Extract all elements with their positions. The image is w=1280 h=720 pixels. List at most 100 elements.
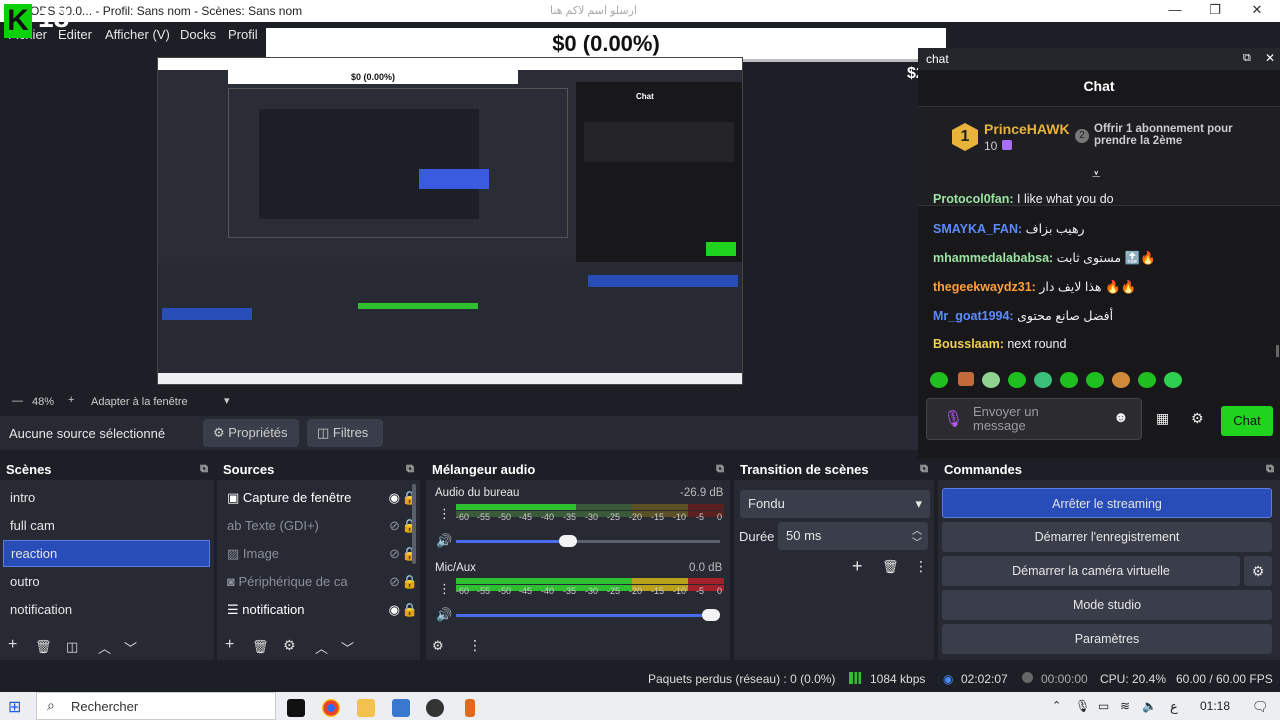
- menu-profil[interactable]: Profil: [228, 27, 258, 42]
- preview-canvas[interactable]: $0 (0.00%) $0 Chat: [157, 57, 743, 385]
- remove-transition-icon[interactable]: 🗑: [882, 559, 899, 575]
- move-down-icon[interactable]: ﹀: [341, 638, 354, 657]
- studio-mode-button[interactable]: Mode studio: [942, 590, 1272, 620]
- source-settings-icon[interactable]: ⚙: [283, 637, 296, 654]
- eye-hidden-icon[interactable]: ⊘: [389, 514, 400, 538]
- chat-input[interactable]: 🎙 Envoyer un message ☻: [926, 398, 1142, 440]
- eye-icon[interactable]: ◉: [389, 486, 400, 510]
- scene-filter-icon[interactable]: ◫: [66, 639, 78, 655]
- taskbar-search[interactable]: ⌕ Rechercher: [36, 692, 276, 720]
- maximize-icon[interactable]: ❐: [1200, 2, 1230, 18]
- properties-button[interactable]: ⚙ Propriétés: [203, 419, 299, 447]
- mic-app-icon[interactable]: [465, 699, 475, 717]
- menu-afficher[interactable]: Afficher (V): [105, 27, 170, 42]
- tiktok-icon[interactable]: [287, 699, 305, 717]
- chat-send-button[interactable]: Chat: [1221, 406, 1273, 436]
- scene-intro[interactable]: intro: [0, 486, 214, 510]
- add-source-icon[interactable]: +: [225, 636, 234, 654]
- chat-scrollbar[interactable]: [1276, 345, 1279, 357]
- windows-start-icon[interactable]: ⊞: [8, 697, 21, 717]
- emote-icon[interactable]: [930, 372, 948, 388]
- mixer-settings-icon[interactable]: ⚙: [432, 638, 444, 654]
- eye-hidden-icon[interactable]: ⊘: [389, 570, 400, 594]
- more-icon[interactable]: ⋮: [468, 637, 482, 654]
- zoom-in-icon[interactable]: +: [68, 394, 74, 406]
- float-icon[interactable]: ⧉: [716, 463, 724, 476]
- menu-docks[interactable]: Docks: [180, 27, 216, 42]
- chevron-down-icon[interactable]: ▾: [224, 394, 230, 407]
- tray-mic-icon[interactable]: 🎙: [1075, 699, 1090, 713]
- store-icon[interactable]: ▦: [1156, 410, 1169, 427]
- keyboard-language[interactable]: ع: [1170, 699, 1178, 715]
- fit-window-label[interactable]: Adapter à la fenêtre: [91, 396, 188, 408]
- source-image[interactable]: ▨ Image ⊘ 🔒: [217, 542, 420, 566]
- source-window-capture[interactable]: ▣ Capture de fenêtre ◉ 🔒: [217, 486, 420, 510]
- filters-button[interactable]: ◫ Filtres: [307, 419, 383, 447]
- start-virtual-camera-button[interactable]: Démarrer la caméra virtuelle: [942, 556, 1240, 586]
- emote-icon[interactable]: [1164, 372, 1182, 388]
- gear-icon[interactable]: ⚙: [1191, 410, 1204, 427]
- emote-icon[interactable]: [1034, 372, 1052, 388]
- float-icon[interactable]: ⧉: [406, 463, 414, 476]
- source-capture-device[interactable]: ◙ Périphérique de ca ⊘ 🔒: [217, 570, 420, 594]
- store-app-icon[interactable]: [392, 699, 410, 717]
- source-notification[interactable]: ☰ notification ◉ 🔒: [217, 598, 420, 622]
- eye-icon[interactable]: ◉: [389, 598, 400, 622]
- sources-scrollbar[interactable]: [412, 484, 416, 564]
- zoom-out-icon[interactable]: —: [12, 395, 23, 407]
- obs-icon[interactable]: [426, 699, 444, 717]
- transition-select[interactable]: Fondu ▾: [740, 490, 930, 518]
- notification-icon[interactable]: 🗨: [1252, 699, 1269, 715]
- minimize-icon[interactable]: —: [1160, 2, 1190, 17]
- lock-icon[interactable]: 🔒: [402, 570, 418, 594]
- scene-reaction[interactable]: reaction: [3, 540, 210, 567]
- duration-input[interactable]: 50 ms ︿ ﹀: [778, 522, 928, 550]
- chrome-icon[interactable]: [322, 699, 340, 717]
- float-icon[interactable]: ⧉: [920, 463, 928, 476]
- add-scene-icon[interactable]: +: [8, 636, 17, 654]
- spin-down-icon[interactable]: ﹀: [912, 530, 922, 558]
- emote-icon[interactable]: [1112, 372, 1130, 388]
- remove-scene-icon[interactable]: 🗑: [35, 639, 52, 655]
- desktop-volume-slider[interactable]: [456, 535, 720, 547]
- speaker-icon[interactable]: 🔊: [436, 607, 452, 623]
- more-icon[interactable]: ⋮: [438, 506, 451, 522]
- scene-notification[interactable]: notification: [0, 598, 214, 622]
- eye-hidden-icon[interactable]: ⊘: [389, 542, 400, 566]
- volume-icon[interactable]: 🔈: [1142, 699, 1157, 713]
- scene-full-cam[interactable]: full cam: [0, 514, 214, 538]
- emote-icon[interactable]: [1008, 372, 1026, 388]
- virtual-camera-settings-icon[interactable]: ⚙: [1244, 556, 1272, 586]
- emote-icon[interactable]: [1138, 372, 1156, 388]
- clock[interactable]: 01:18: [1200, 699, 1230, 713]
- emote-icon[interactable]: [1060, 372, 1078, 388]
- float-icon[interactable]: ⧉: [1243, 52, 1251, 65]
- close-icon[interactable]: ✕: [1265, 51, 1275, 65]
- settings-button[interactable]: Paramètres: [942, 624, 1272, 654]
- more-icon[interactable]: ⋮: [438, 581, 451, 597]
- move-up-icon[interactable]: ︿: [315, 638, 328, 657]
- start-recording-button[interactable]: Démarrer l'enregistrement: [942, 522, 1272, 552]
- scene-outro[interactable]: outro: [0, 570, 214, 594]
- stop-streaming-button[interactable]: Arrêter le streaming: [942, 488, 1272, 518]
- source-text-gdi[interactable]: ab Texte (GDI+) ⊘ 🔒: [217, 514, 420, 538]
- more-icon[interactable]: ⋮: [914, 558, 928, 575]
- lock-icon[interactable]: 🔒: [402, 598, 418, 622]
- emoji-icon[interactable]: ☻: [1113, 409, 1129, 426]
- mic-volume-slider[interactable]: [456, 609, 720, 621]
- collapse-icon[interactable]: ⩡: [1092, 166, 1100, 183]
- file-explorer-icon[interactable]: [357, 699, 375, 717]
- move-up-icon[interactable]: ︿: [98, 638, 111, 657]
- emote-icon[interactable]: [958, 372, 974, 386]
- wifi-icon[interactable]: ≋: [1120, 699, 1130, 713]
- float-icon[interactable]: ⧉: [1266, 463, 1274, 476]
- emote-icon[interactable]: [982, 372, 1000, 388]
- microphone-icon[interactable]: 🎙: [943, 409, 963, 429]
- speaker-icon[interactable]: 🔊: [436, 533, 452, 549]
- float-icon[interactable]: ⧉: [200, 463, 208, 476]
- close-icon[interactable]: ✕: [1242, 2, 1272, 18]
- tray-chevron-icon[interactable]: ⌃: [1052, 699, 1061, 712]
- battery-icon[interactable]: ▭: [1098, 699, 1109, 713]
- add-transition-icon[interactable]: +: [852, 556, 863, 577]
- move-down-icon[interactable]: ﹀: [124, 638, 137, 657]
